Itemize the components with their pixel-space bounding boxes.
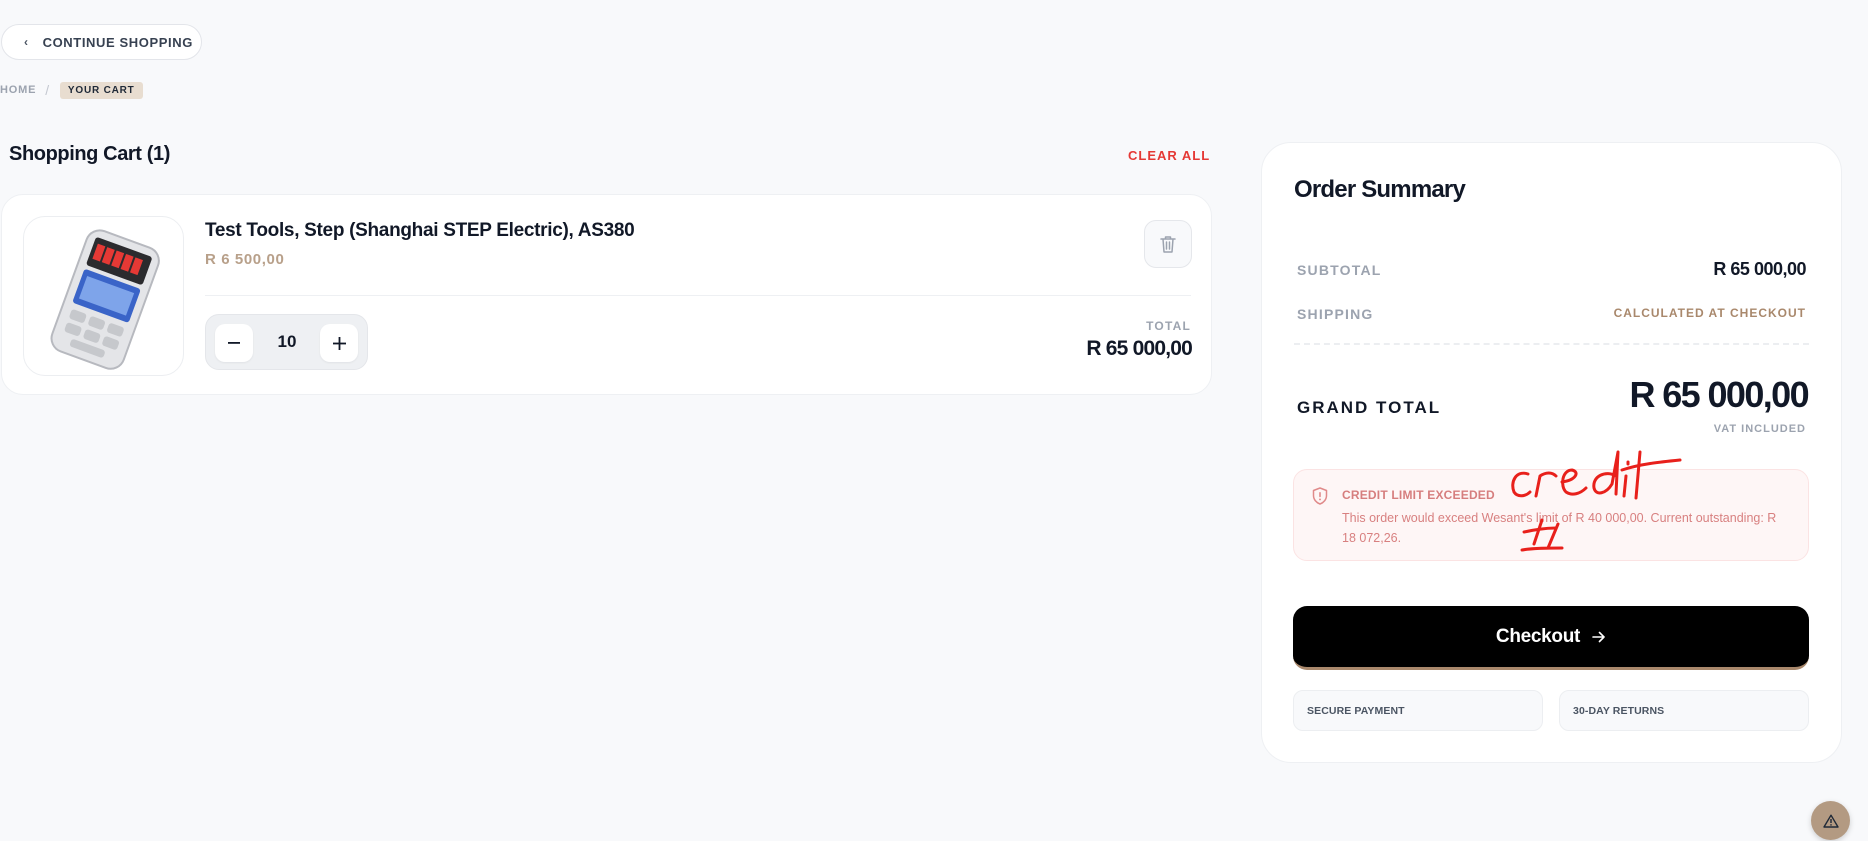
plus-icon (332, 336, 346, 350)
secure-payment-badge: SECURE PAYMENT (1293, 690, 1543, 731)
breadcrumb-separator: / (45, 82, 50, 98)
checkout-button[interactable]: Checkout (1293, 606, 1809, 670)
summary-divider (1294, 343, 1809, 345)
shipping-label: SHIPPING (1297, 306, 1374, 322)
remove-item-button[interactable] (1144, 220, 1192, 268)
vat-note: VAT INCLUDED (1713, 423, 1806, 435)
subtotal-label: SUBTOTAL (1297, 262, 1382, 278)
item-name[interactable]: Test Tools, Step (Shanghai STEP Electric… (205, 220, 635, 242)
item-divider (205, 295, 1191, 296)
subtotal-value: R 65 000,00 (1713, 259, 1806, 279)
credit-limit-alert: CREDIT LIMIT EXCEEDED This order would e… (1293, 469, 1809, 561)
cart-title: Shopping Cart (1) (9, 143, 170, 165)
returns-badge: 30-DAY RETURNS (1559, 690, 1809, 731)
order-summary-title: Order Summary (1294, 176, 1466, 203)
alert-message: This order would exceed Wesant's limit o… (1342, 511, 1777, 545)
item-unit-price: R 6 500,00 (205, 251, 285, 268)
alert-title: CREDIT LIMIT EXCEEDED (1342, 488, 1495, 502)
shipping-value: CALCULATED AT CHECKOUT (1613, 306, 1806, 320)
quantity-value[interactable]: 10 (256, 315, 318, 369)
chevron-left-icon: ‹ (24, 35, 29, 49)
line-total-value: R 65 000,00 (1086, 337, 1192, 360)
shield-alert-icon (1312, 487, 1328, 505)
clear-all-button[interactable]: CLEAR ALL (1128, 148, 1210, 163)
checkout-label: Checkout (1495, 625, 1581, 647)
breadcrumb-current: YOUR CART (59, 81, 143, 99)
decrease-quantity-button[interactable] (215, 324, 253, 362)
line-total-label: TOTAL (1146, 319, 1191, 333)
grand-total-label: GRAND TOTAL (1297, 398, 1442, 417)
trash-icon (1160, 236, 1176, 253)
arrow-right-icon (1592, 631, 1605, 642)
quantity-stepper: 10 (205, 314, 368, 370)
handheld-controller-image (50, 229, 160, 370)
continue-shopping-button[interactable]: ‹ CONTINUE SHOPPING (1, 24, 202, 60)
grand-total-value: R 65 000,00 (1629, 374, 1809, 415)
warning-triangle-icon (1822, 814, 1839, 828)
breadcrumb-home[interactable]: HOME (0, 84, 36, 96)
breadcrumb: HOME / YOUR CART (0, 81, 143, 99)
continue-shopping-label: CONTINUE SHOPPING (42, 34, 193, 50)
product-image[interactable] (23, 216, 184, 376)
minus-icon (228, 342, 240, 344)
increase-quantity-button[interactable] (320, 324, 358, 362)
help-fab-button[interactable] (1811, 801, 1850, 840)
